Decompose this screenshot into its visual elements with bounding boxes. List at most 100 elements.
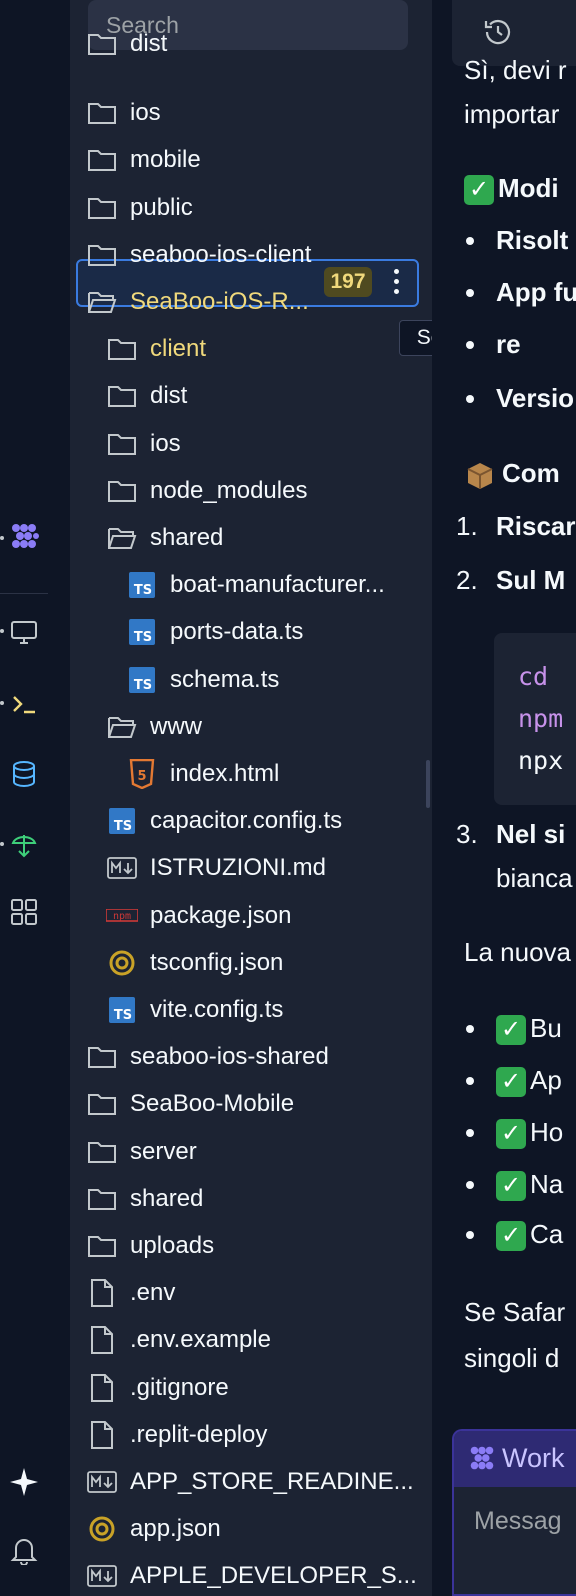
tree-item-label: ios: [130, 99, 161, 127]
bullet: [466, 1129, 474, 1137]
bullet: [466, 1231, 474, 1239]
tree-item-label: ios: [150, 429, 181, 457]
tree-file-row[interactable]: APPLE_DEVELOPER_S...: [70, 1553, 432, 1596]
bell-icon[interactable]: [6, 1532, 42, 1568]
folder-icon: [86, 1231, 118, 1261]
tree-folder-row[interactable]: server: [70, 1129, 432, 1175]
tree-item-label: www: [150, 712, 202, 740]
code-line: npm: [518, 704, 564, 733]
tree-item-label: SeaBoo-Mobile: [130, 1090, 295, 1118]
tree-file-row[interactable]: TS schema.ts: [70, 657, 432, 703]
tree-file-row[interactable]: .env: [70, 1270, 432, 1316]
chat-text-line: Riscar: [496, 511, 576, 541]
sparkle-icon[interactable]: [6, 1464, 42, 1500]
svg-text:npm: npm: [113, 911, 131, 922]
folder-icon: [86, 240, 118, 270]
chat-text-line: Nel si: [496, 819, 566, 849]
folder-icon: [86, 1184, 118, 1214]
folder-icon: [106, 429, 138, 459]
tree-file-row[interactable]: TS vite.config.ts: [70, 987, 432, 1033]
folder-icon: [106, 381, 138, 411]
chat-text-line: ✓ Ca: [496, 1218, 563, 1252]
tree-file-row[interactable]: 5 index.html: [70, 751, 432, 797]
tree-folder-row[interactable]: SeaBoo-Mobile: [70, 1081, 432, 1127]
tree-item-label: capacitor.config.ts: [150, 807, 343, 835]
monitor-icon[interactable]: [6, 614, 42, 650]
folder-icon: [86, 193, 118, 223]
tree-item-label: shared: [130, 1184, 204, 1212]
tree-file-row[interactable]: app.json: [70, 1506, 432, 1552]
tree-file-row[interactable]: tsconfig.json: [70, 940, 432, 986]
tree-folder-row[interactable]: shared: [70, 515, 432, 561]
tree-folder-row[interactable]: mobile: [70, 137, 432, 183]
workflow-title: Work: [502, 1443, 565, 1473]
tree-folder-row[interactable]: client: [70, 326, 432, 372]
svg-text:5: 5: [137, 769, 146, 784]
folder-icon: [86, 1042, 118, 1072]
tree-file-row[interactable]: npm package.json: [70, 893, 432, 939]
chat-text-line: Versio: [496, 383, 575, 413]
chat-text-line: App fu: [496, 277, 576, 307]
indicator-dot: [0, 629, 4, 633]
message-input[interactable]: Messag: [474, 1507, 562, 1536]
check-mark-icon: ✓: [496, 1015, 526, 1046]
tree-folder-row[interactable]: shared: [70, 1176, 432, 1222]
tree-folder-row[interactable]: uploads: [70, 1223, 432, 1269]
tree-folder-row[interactable]: dist: [70, 21, 432, 67]
chat-text-line: bianca: [496, 863, 573, 893]
tree-item-label: index.html: [170, 760, 280, 787]
folder-open-icon: [86, 287, 118, 317]
tree-folder-row[interactable]: SeaBoo-iOS-R...: [70, 279, 432, 325]
folder-icon: [86, 1137, 118, 1167]
folder-open-icon: [106, 523, 138, 553]
deploy-icon[interactable]: [6, 826, 42, 862]
database-icon[interactable]: [6, 756, 42, 792]
html-file-icon: 5: [126, 759, 158, 789]
bullet: [466, 237, 474, 245]
check-mark-icon: ✓: [464, 175, 494, 206]
tree-folder-row[interactable]: dist: [70, 373, 432, 419]
tree-item-label: .replit-deploy: [130, 1420, 268, 1448]
tree-file-row[interactable]: .gitignore: [70, 1365, 432, 1411]
tree-item-label: node_modules: [150, 476, 308, 504]
tree-item-label: public: [130, 193, 193, 221]
tree-folder-row[interactable]: seaboo-ios-shared: [70, 1034, 432, 1080]
panel-resize-handle[interactable]: [426, 760, 430, 808]
bullet: [466, 395, 474, 403]
tree-folder-row[interactable]: public: [70, 185, 432, 231]
tree-file-row[interactable]: .replit-deploy: [70, 1412, 432, 1458]
folder-icon: [106, 334, 138, 364]
tree-file-row[interactable]: APP_STORE_READINE...: [70, 1459, 432, 1505]
activity-bar: [0, 0, 70, 1596]
chat-text-line: Sul M: [496, 565, 566, 595]
tree-folder-row[interactable]: ios: [70, 90, 432, 136]
tree-folder-row[interactable]: ios: [70, 421, 432, 467]
terminal-icon[interactable]: [6, 686, 42, 722]
json-file-icon: [86, 1514, 118, 1544]
tree-item-label: dist: [150, 382, 188, 410]
tree-folder-row[interactable]: seaboo-ios-client: [70, 232, 432, 278]
tree-file-row[interactable]: TS capacitor.config.ts: [70, 798, 432, 844]
chat-text-line: importar: [464, 99, 560, 129]
tree-file-row[interactable]: ISTRUZIONI.md: [70, 845, 432, 891]
history-icon[interactable]: [482, 16, 514, 53]
tree-item-label: ports-data.ts: [170, 618, 304, 646]
tooltip: SeaBoo-iOS-Ready: [399, 320, 432, 356]
tree-file-row[interactable]: TS boat-manufacturer...: [70, 562, 432, 608]
tree-folder-row[interactable]: node_modules: [70, 468, 432, 514]
check-mark-icon: ✓: [496, 1221, 526, 1252]
tree-item-label: .env: [130, 1279, 176, 1307]
folder-icon: [86, 1089, 118, 1119]
tree-item-label: seaboo-ios-client: [130, 240, 312, 268]
tree-file-row[interactable]: .env.example: [70, 1317, 432, 1363]
svg-text:TS: TS: [114, 819, 132, 834]
tree-file-row[interactable]: TS ports-data.ts: [70, 609, 432, 655]
tree-item-label: SeaBoo-iOS-R...: [130, 288, 309, 315]
agent-icon[interactable]: [6, 518, 42, 554]
bullet: [466, 1181, 474, 1189]
apps-grid-icon[interactable]: [6, 894, 42, 930]
workflow-header[interactable]: Work: [454, 1431, 576, 1487]
file-icon: [86, 1325, 118, 1355]
tree-folder-row[interactable]: www: [70, 704, 432, 750]
tree-item-label: boat-manufacturer...: [170, 571, 385, 599]
